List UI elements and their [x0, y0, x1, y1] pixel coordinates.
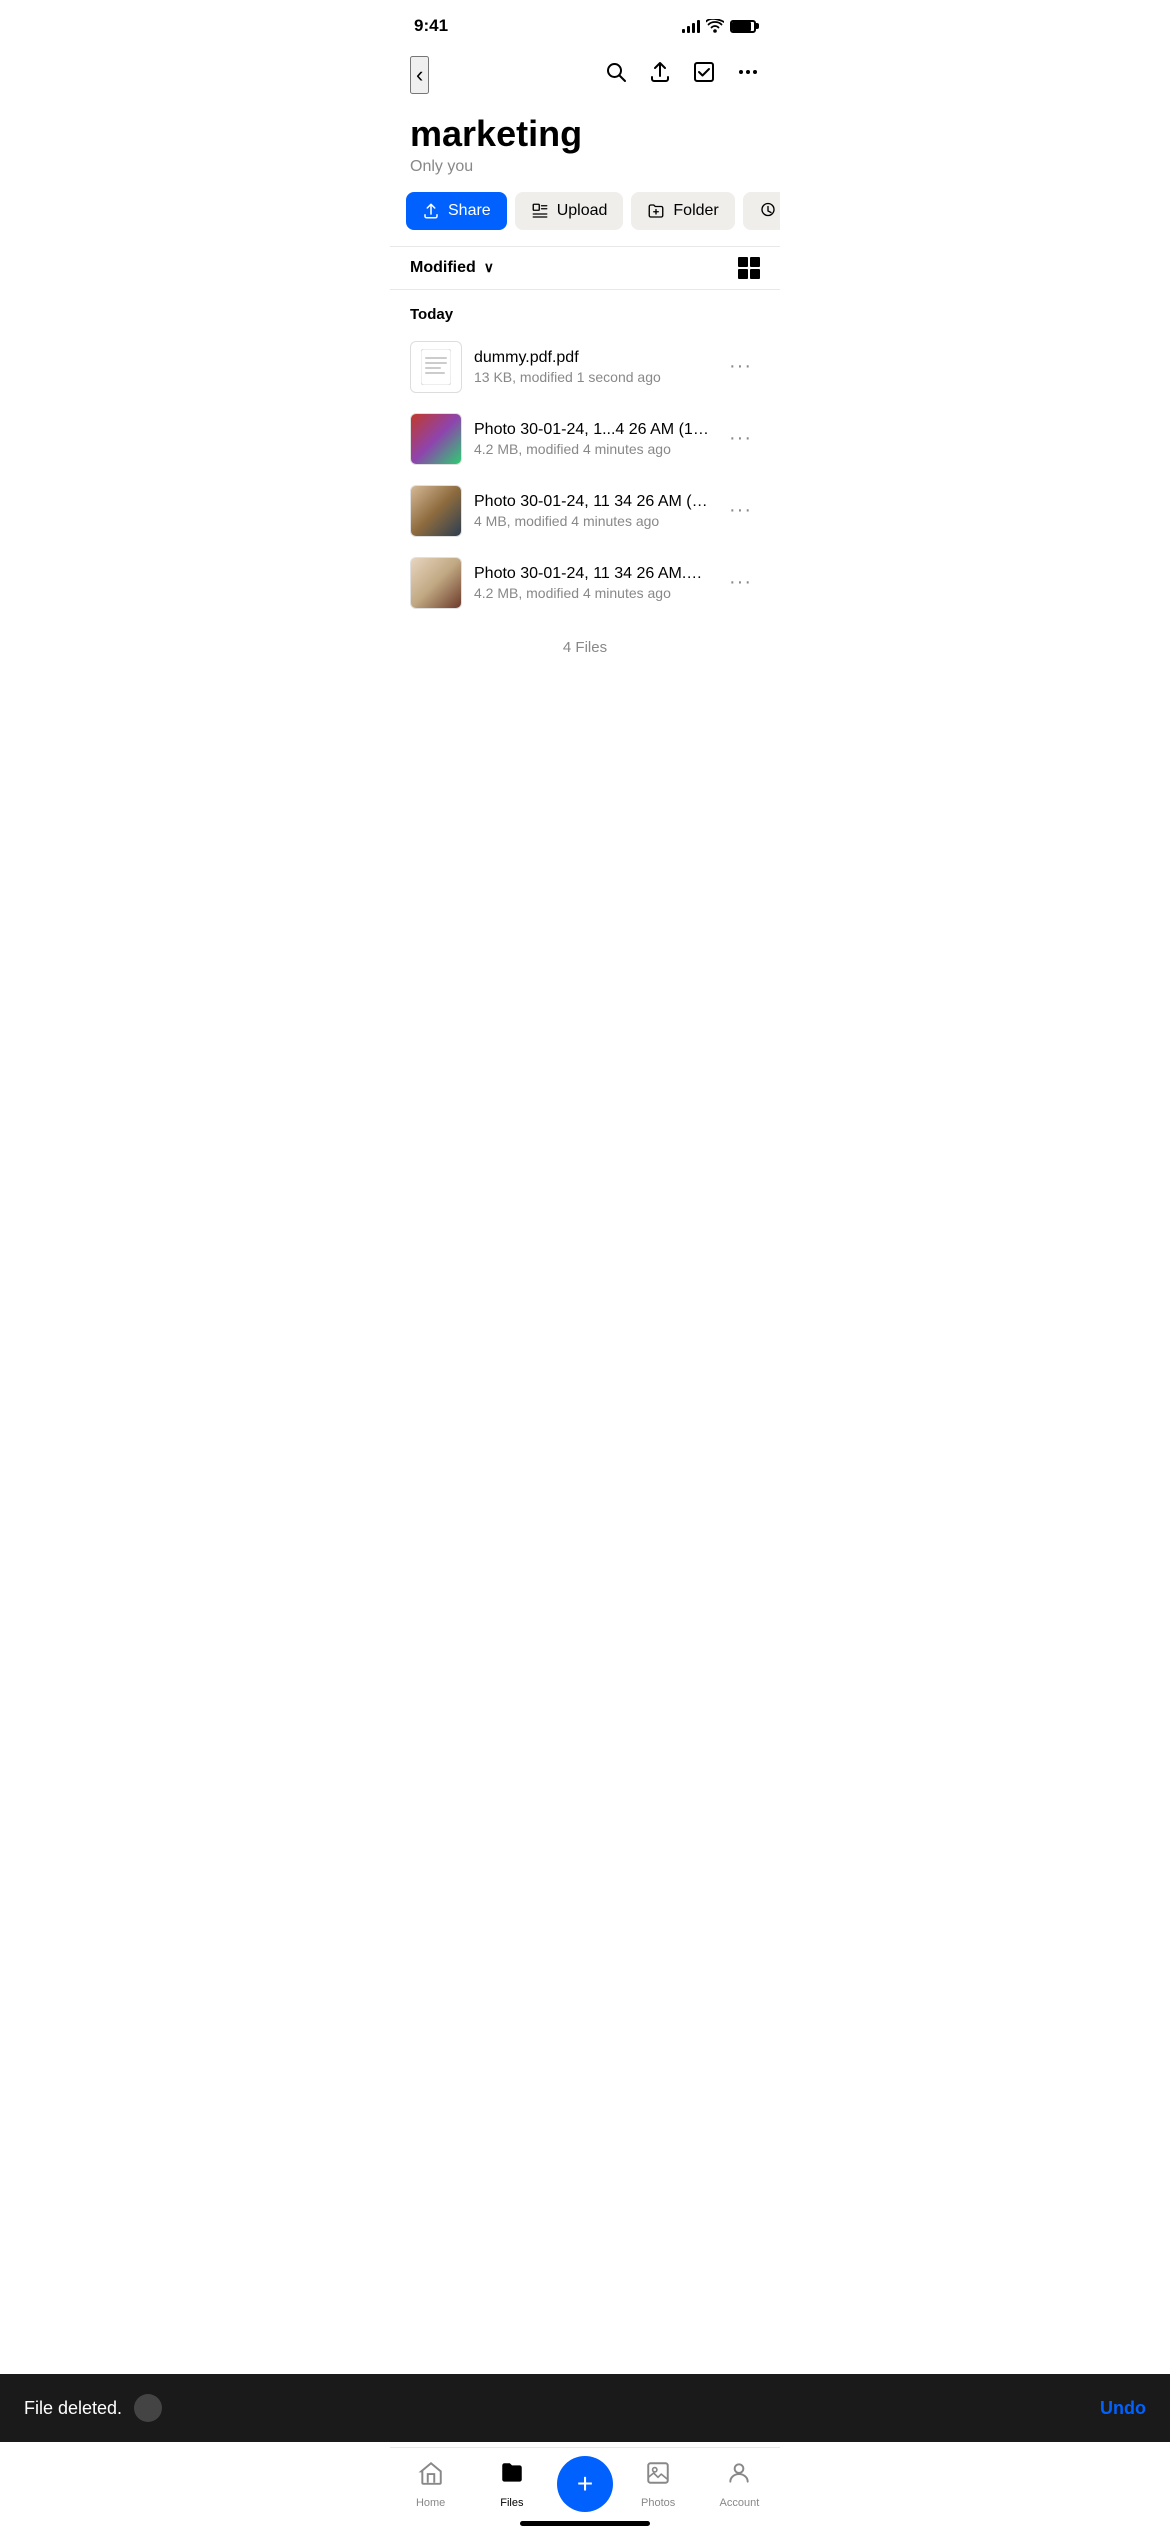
upload-action-label: Upload — [557, 202, 608, 220]
photos-icon — [645, 2460, 671, 2493]
file-count: 4 Files — [390, 619, 780, 676]
file-thumbnail — [410, 485, 462, 537]
file-name: Photo 30-01-24, 1...4 26 AM (1) (1).png — [474, 421, 709, 439]
search-button[interactable] — [604, 60, 628, 90]
file-info: dummy.pdf.pdf 13 KB, modified 1 second a… — [474, 349, 709, 385]
file-more-button[interactable]: ··· — [721, 423, 760, 454]
files-icon — [499, 2460, 525, 2493]
photos-tab-label: Photos — [641, 2497, 675, 2509]
file-name: Photo 30-01-24, 11 34 26 AM.png — [474, 565, 709, 583]
folder-button[interactable]: Folder — [631, 192, 734, 230]
status-bar: 9:41 — [390, 0, 780, 48]
toast-message: File deleted. — [24, 2398, 122, 2419]
home-indicator — [520, 2521, 650, 2526]
folder-label: Folder — [673, 202, 718, 220]
file-more-button[interactable]: ··· — [721, 495, 760, 526]
file-name: Photo 30-01-24, 11 34 26 AM (1).png — [474, 493, 709, 511]
toast-left: File deleted. — [24, 2394, 162, 2422]
action-buttons: Share Upload Folder Offlin... — [390, 192, 780, 246]
file-thumbnail — [410, 341, 462, 393]
file-list: Today dummy.pdf.pdf 13 KB, modified 1 se… — [390, 290, 780, 619]
tab-home[interactable]: Home — [390, 2460, 471, 2509]
battery-icon — [730, 20, 756, 33]
status-icons — [682, 19, 756, 33]
page-subtitle: Only you — [410, 158, 760, 176]
share-button[interactable]: Share — [406, 192, 507, 230]
list-item[interactable]: Photo 30-01-24, 11 34 26 AM (1).png 4 MB… — [390, 475, 780, 547]
tab-account[interactable]: Account — [699, 2460, 780, 2509]
account-tab-label: Account — [720, 2497, 760, 2509]
wifi-icon — [706, 19, 724, 33]
plus-icon: + — [577, 2470, 593, 2498]
tab-files[interactable]: Files — [471, 2460, 552, 2509]
upload-button[interactable] — [648, 60, 672, 90]
home-tab-label: Home — [416, 2497, 445, 2509]
share-label: Share — [448, 202, 491, 220]
header-actions — [604, 60, 760, 90]
upload-action-button[interactable]: Upload — [515, 192, 624, 230]
toast-notification: File deleted. Undo — [0, 2374, 1170, 2442]
file-thumbnail — [410, 557, 462, 609]
grid-icon — [738, 257, 760, 279]
tab-add[interactable]: + — [553, 2456, 618, 2512]
page-title: marketing — [410, 114, 760, 154]
file-info: Photo 30-01-24, 11 34 26 AM (1).png 4 MB… — [474, 493, 709, 529]
files-tab-label: Files — [500, 2497, 523, 2509]
offline-button[interactable]: Offlin... — [743, 192, 780, 230]
more-button[interactable] — [736, 60, 760, 90]
file-meta: 4.2 MB, modified 4 minutes ago — [474, 441, 709, 457]
file-more-button[interactable]: ··· — [721, 351, 760, 382]
account-icon — [726, 2460, 752, 2493]
tab-photos[interactable]: Photos — [618, 2460, 699, 2509]
status-time: 9:41 — [414, 16, 448, 36]
page-title-section: marketing Only you — [390, 106, 780, 192]
tab-bar: Home Files + Photos — [390, 2447, 780, 2532]
list-item[interactable]: Photo 30-01-24, 11 34 26 AM.png 4.2 MB, … — [390, 547, 780, 619]
toast-dot — [134, 2394, 162, 2422]
file-info: Photo 30-01-24, 1...4 26 AM (1) (1).png … — [474, 421, 709, 457]
file-more-button[interactable]: ··· — [721, 567, 760, 598]
section-today: Today — [390, 290, 780, 331]
file-meta: 4.2 MB, modified 4 minutes ago — [474, 585, 709, 601]
home-icon — [418, 2460, 444, 2493]
sort-chevron-icon: ∨ — [484, 259, 494, 276]
list-item[interactable]: Photo 30-01-24, 1...4 26 AM (1) (1).png … — [390, 403, 780, 475]
file-thumbnail — [410, 413, 462, 465]
file-name: dummy.pdf.pdf — [474, 349, 709, 367]
sort-bar: Modified ∨ — [390, 246, 780, 290]
file-meta: 13 KB, modified 1 second ago — [474, 369, 709, 385]
back-button[interactable]: ‹ — [410, 56, 429, 94]
sort-label-text: Modified — [410, 259, 476, 277]
sort-button[interactable]: Modified ∨ — [410, 259, 494, 277]
grid-toggle-button[interactable] — [738, 257, 760, 279]
select-button[interactable] — [692, 60, 716, 90]
undo-button[interactable]: Undo — [1100, 2398, 1146, 2419]
add-button[interactable]: + — [557, 2456, 613, 2512]
signal-icon — [682, 19, 700, 33]
file-meta: 4 MB, modified 4 minutes ago — [474, 513, 709, 529]
file-info: Photo 30-01-24, 11 34 26 AM.png 4.2 MB, … — [474, 565, 709, 601]
list-item[interactable]: dummy.pdf.pdf 13 KB, modified 1 second a… — [390, 331, 780, 403]
header-nav: ‹ — [390, 48, 780, 106]
